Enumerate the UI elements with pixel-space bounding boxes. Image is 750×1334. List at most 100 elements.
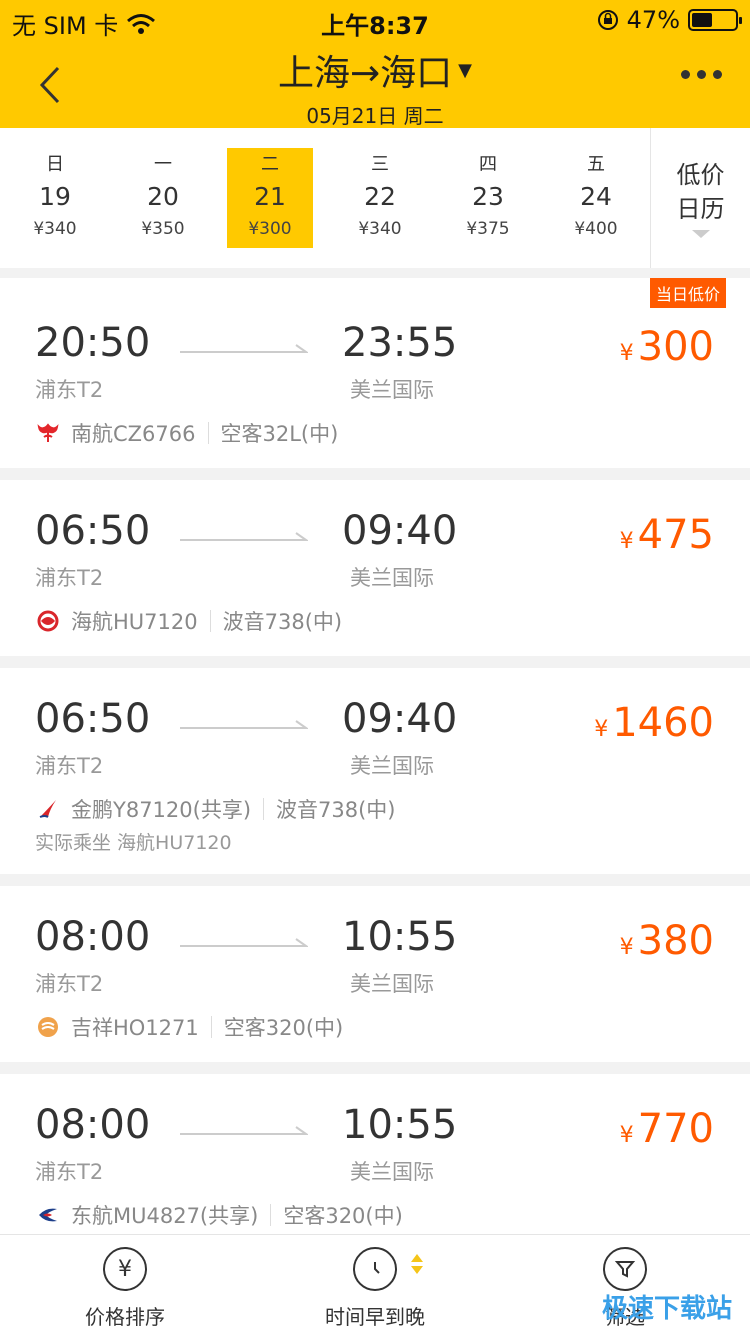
title-block: 上海→海口 ▼ 05月21日 周二 xyxy=(0,44,750,129)
flight-card[interactable]: 当日低价 20:50 23:55 浦东T2 美兰国际 ¥ 300 南航CZ676… xyxy=(0,278,750,468)
arrival-terminal: 美兰国际 xyxy=(350,972,434,996)
price-value: 475 xyxy=(637,512,714,558)
status-bar: 无 SIM 卡 上午8:37 47% xyxy=(0,0,750,40)
lowest-price-badge: 当日低价 xyxy=(649,278,726,308)
currency-symbol: ¥ xyxy=(594,717,609,742)
battery-level xyxy=(692,13,712,27)
route-arrow-icon xyxy=(180,720,308,729)
battery-icon xyxy=(688,9,742,31)
date-item[interactable]: 日 19 ¥340 xyxy=(12,148,98,248)
airline-flight: 东航MU4827(共享) xyxy=(71,1204,259,1228)
departure-terminal: 浦东T2 xyxy=(35,1160,104,1184)
date-item[interactable]: 五 24 ¥400 xyxy=(553,148,639,248)
arrival-time: 09:40 xyxy=(342,508,458,554)
day-number: 21 xyxy=(254,182,286,211)
header: 无 SIM 卡 上午8:37 47% 上海→海口 ▼ 05月21日 周二 xyxy=(0,0,750,128)
yen-icon: ¥ xyxy=(103,1247,147,1291)
divider xyxy=(210,1016,212,1038)
arrival-terminal: 美兰国际 xyxy=(350,1160,434,1184)
route-arrow-icon xyxy=(180,532,308,541)
weekday-label: 日 xyxy=(46,154,64,175)
flight-card[interactable]: 08:00 10:55 浦东T2 美兰国际 ¥ 770 东航MU4827(共享)… xyxy=(0,1074,750,1234)
currency-symbol: ¥ xyxy=(619,341,634,366)
divider xyxy=(207,422,209,444)
weekday-label: 一 xyxy=(154,154,172,175)
price-sort-button[interactable]: ¥ 价格排序 xyxy=(35,1247,215,1330)
weekday-label: 四 xyxy=(479,154,497,175)
arrival-time: 10:55 xyxy=(342,1102,458,1148)
date-item[interactable]: 三 22 ¥340 xyxy=(337,148,423,248)
calendar-label-2: 日历 xyxy=(676,195,725,223)
date-item[interactable]: 一 20 ¥350 xyxy=(120,148,206,248)
currency-symbol: ¥ xyxy=(619,1123,634,1148)
route-arrow-icon xyxy=(180,1126,308,1135)
filter-icon xyxy=(603,1247,647,1291)
day-price: ¥340 xyxy=(33,219,77,239)
route-arrow-icon xyxy=(180,344,308,353)
date-item-selected[interactable]: 二 21 ¥300 xyxy=(227,148,313,248)
price-value: 380 xyxy=(637,918,714,964)
divider xyxy=(209,610,211,632)
arrival-time: 23:55 xyxy=(342,320,458,366)
divider xyxy=(270,1204,272,1226)
weekday-label: 五 xyxy=(587,154,605,175)
departure-terminal: 浦东T2 xyxy=(35,972,104,996)
day-price: ¥350 xyxy=(141,219,185,239)
aircraft-type: 空客320(中) xyxy=(283,1204,403,1228)
flight-card[interactable]: 06:50 09:40 浦东T2 美兰国际 ¥ 1460 金鹏Y87120(共享… xyxy=(0,668,750,874)
day-number: 23 xyxy=(472,182,504,211)
hainan-logo-icon xyxy=(35,608,61,634)
date-item[interactable]: 四 23 ¥375 xyxy=(445,148,531,248)
date-strip: 日 19 ¥340 一 20 ¥350 二 21 ¥300 三 22 ¥340 … xyxy=(0,128,750,268)
flight-info: 吉祥HO1271 空客320(中) xyxy=(35,1012,343,1042)
time-sort-button[interactable]: 时间早到晚 xyxy=(285,1247,465,1330)
watermark: 极速下载站 xyxy=(601,1294,732,1324)
flight-info: 南航CZ6766 空客32L(中) xyxy=(35,418,338,448)
departure-time: 06:50 xyxy=(35,508,151,554)
day-price: ¥400 xyxy=(574,219,618,239)
flight-price: ¥ 300 xyxy=(620,324,714,370)
day-number: 19 xyxy=(39,182,71,211)
flight-info: 金鹏Y87120(共享) 波音738(中) xyxy=(35,794,396,824)
flight-price: ¥ 380 xyxy=(620,918,714,964)
calendar-label-1: 低价 xyxy=(676,161,725,189)
departure-time: 20:50 xyxy=(35,320,151,366)
rotation-lock-icon xyxy=(597,10,618,30)
departure-time: 08:00 xyxy=(35,914,151,960)
price-value: 1460 xyxy=(612,700,714,746)
departure-terminal: 浦东T2 xyxy=(35,754,104,778)
departure-terminal: 浦东T2 xyxy=(35,566,104,590)
arrival-time: 09:40 xyxy=(342,696,458,742)
time-sort-label: 时间早到晚 xyxy=(325,1305,425,1329)
route-selector[interactable]: 上海→海口 ▼ xyxy=(278,44,472,96)
csa-logo-icon xyxy=(35,420,61,446)
status-right: 47% xyxy=(597,6,742,34)
flight-card[interactable]: 06:50 09:40 浦东T2 美兰国际 ¥ 475 海航HU7120 波音7… xyxy=(0,480,750,656)
arrival-terminal: 美兰国际 xyxy=(350,378,434,402)
arrival-terminal: 美兰国际 xyxy=(350,754,434,778)
route-arrow-icon xyxy=(180,938,308,947)
currency-symbol: ¥ xyxy=(619,935,634,960)
airline-flight: 南航CZ6766 xyxy=(71,422,196,446)
flight-card[interactable]: 08:00 10:55 浦东T2 美兰国际 ¥ 380 吉祥HO1271 空客3… xyxy=(0,886,750,1062)
airline-flight: 金鹏Y87120(共享) xyxy=(71,798,252,822)
low-price-calendar-button[interactable]: 低价 日历 xyxy=(650,128,750,268)
flight-info: 东航MU4827(共享) 空客320(中) xyxy=(35,1200,403,1230)
aircraft-type: 波音738(中) xyxy=(276,798,396,822)
more-button[interactable] xyxy=(681,70,722,79)
juneyao-logo-icon xyxy=(35,1014,61,1040)
weekday-label: 三 xyxy=(371,154,389,175)
flight-price: ¥ 770 xyxy=(620,1106,714,1152)
route-title: 上海→海口 xyxy=(277,53,453,94)
price-value: 300 xyxy=(637,324,714,370)
aircraft-type: 波音738(中) xyxy=(222,610,343,634)
currency-symbol: ¥ xyxy=(619,529,634,554)
flight-price: ¥ 1460 xyxy=(594,700,714,746)
arrival-time: 10:55 xyxy=(342,914,458,960)
more-dot-icon xyxy=(697,70,706,79)
day-price: ¥340 xyxy=(358,219,402,239)
sort-arrows-icon xyxy=(411,1254,423,1274)
price-sort-label: 价格排序 xyxy=(85,1305,165,1329)
departure-time: 08:00 xyxy=(35,1102,151,1148)
china-eastern-logo-icon xyxy=(35,1202,61,1228)
